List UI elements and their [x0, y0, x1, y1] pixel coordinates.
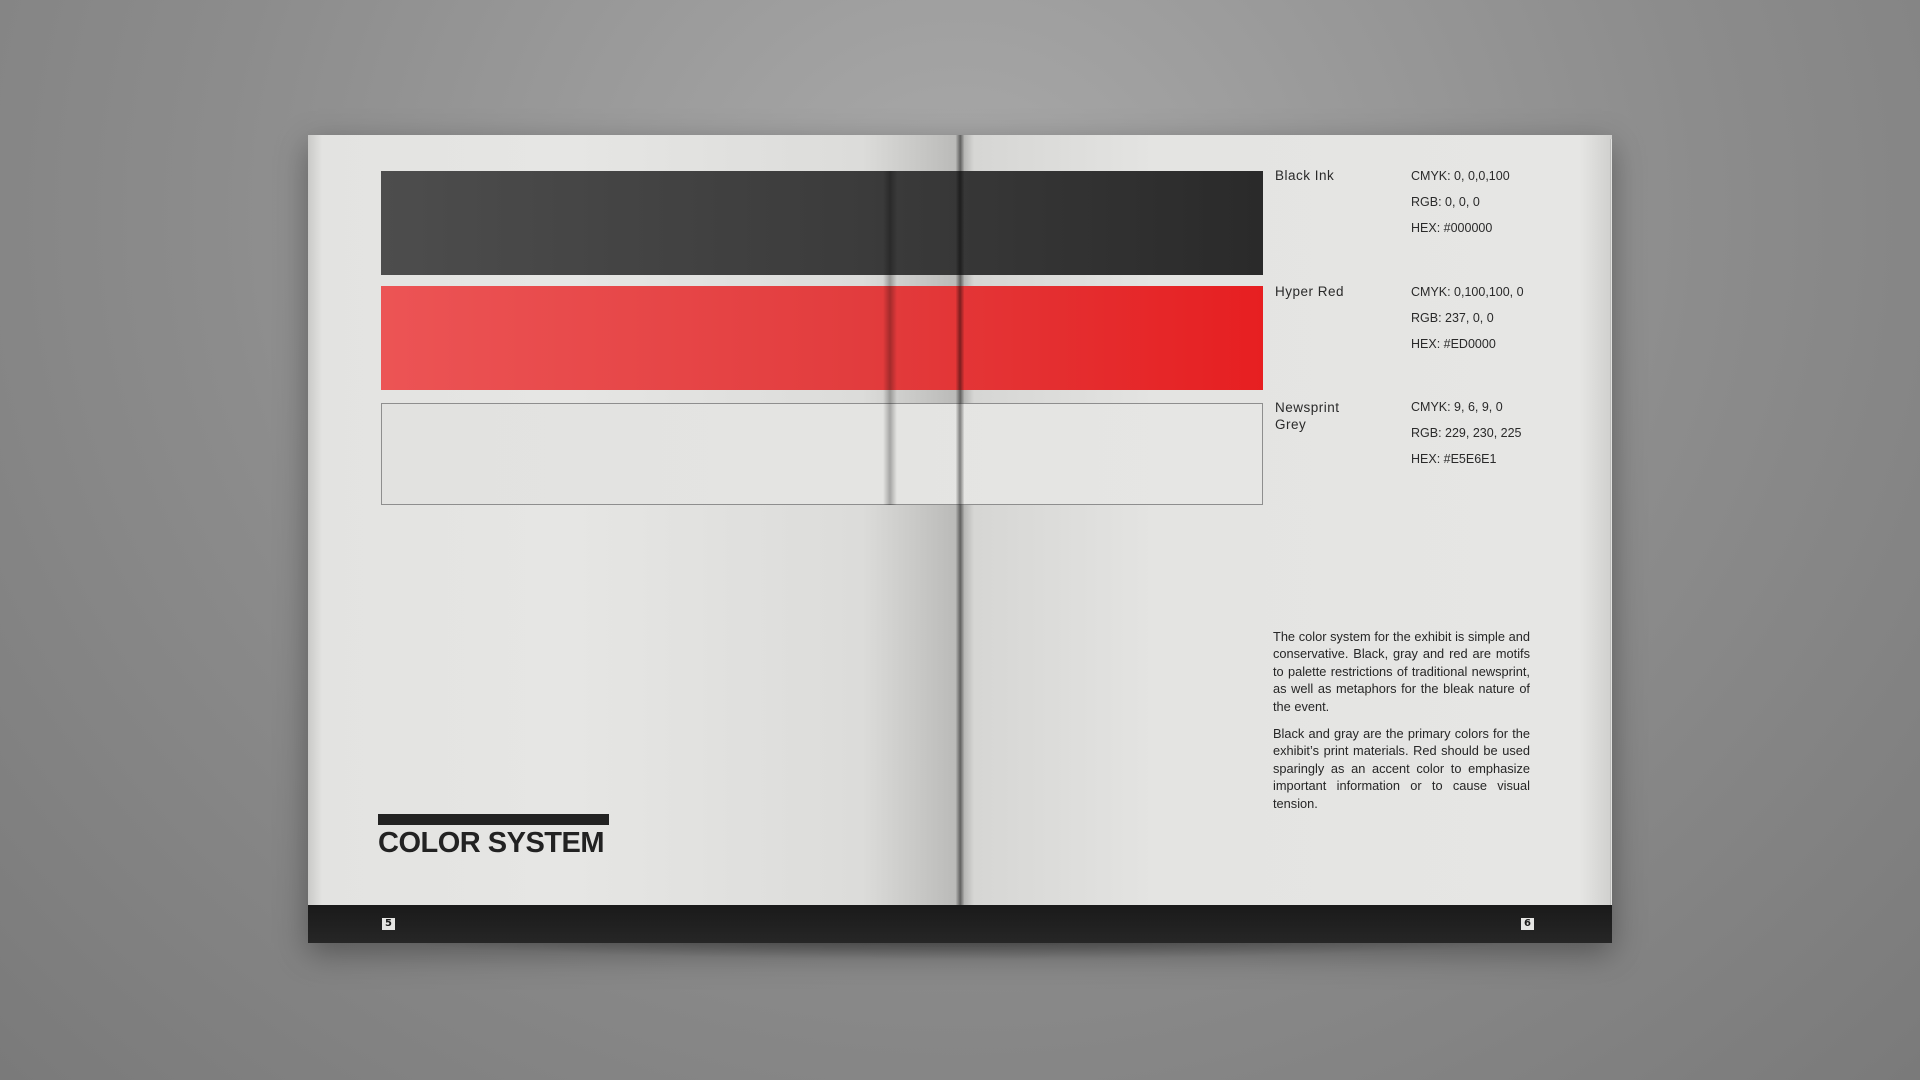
page-edge	[1610, 139, 1612, 939]
rgb-value: RGB: 229, 230, 225	[1411, 426, 1522, 440]
hyper-red-swatch	[381, 286, 1263, 390]
description-paragraph-1: The color system for the exhibit is simp…	[1273, 629, 1530, 714]
description-paragraph-2: Black and gray are the primary colors fo…	[1273, 726, 1530, 811]
cmyk-value: CMYK: 0,100,100, 0	[1411, 285, 1524, 299]
hex-value: HEX: #ED0000	[1411, 337, 1496, 351]
color-name-black-ink: Black Ink	[1275, 168, 1335, 183]
title-rule	[378, 814, 609, 825]
page-title: COLOR SYSTEM	[378, 827, 605, 859]
spine	[956, 135, 964, 943]
gutter-shade	[883, 171, 897, 505]
hex-value: HEX: #000000	[1411, 221, 1493, 235]
color-name-newsprint-grey: Newsprint Grey	[1275, 400, 1340, 432]
cmyk-value: CMYK: 0, 0,0,100	[1411, 169, 1510, 183]
black-ink-swatch	[381, 171, 1263, 275]
newsprint-grey-swatch	[381, 403, 1263, 505]
page-number-left: 5	[382, 918, 395, 930]
page-number-right: 6	[1521, 918, 1534, 930]
cmyk-value: CMYK: 9, 6, 9, 0	[1411, 400, 1503, 414]
hex-value: HEX: #E5E6E1	[1411, 452, 1497, 466]
open-brochure: Black Ink CMYK: 0, 0,0,100 RGB: 0, 0, 0 …	[308, 135, 1612, 943]
footer-band	[308, 905, 1612, 943]
color-name-hyper-red: Hyper Red	[1275, 284, 1345, 299]
rgb-value: RGB: 0, 0, 0	[1411, 195, 1480, 209]
rgb-value: RGB: 237, 0, 0	[1411, 311, 1494, 325]
